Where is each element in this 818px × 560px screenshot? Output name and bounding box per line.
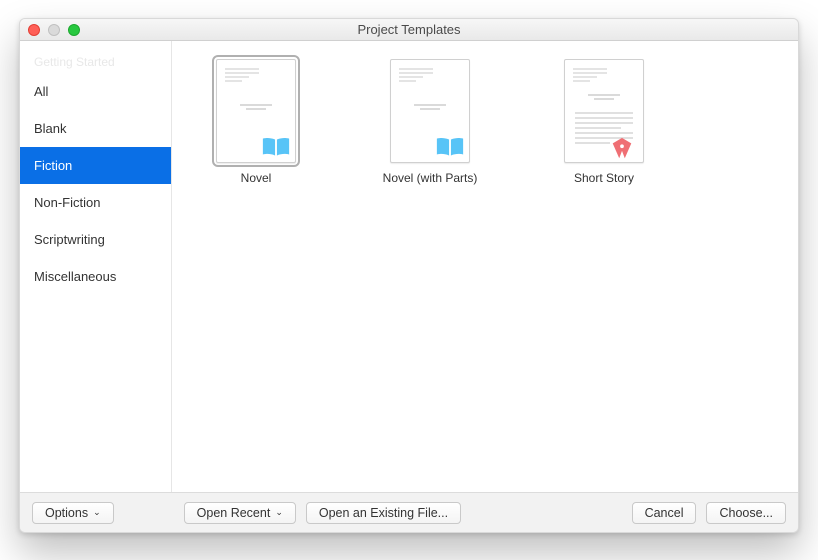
template-label: Novel — [241, 171, 272, 185]
button-label: Open Recent — [197, 506, 271, 520]
sidebar-item-fiction[interactable]: Fiction — [20, 147, 171, 184]
sidebar-item-scriptwriting[interactable]: Scriptwriting — [20, 221, 171, 258]
minimize-icon[interactable] — [48, 24, 60, 36]
sidebar-item-blank[interactable]: Blank — [20, 110, 171, 147]
template-thumbnail — [216, 59, 296, 163]
window-title: Project Templates — [357, 22, 460, 37]
sidebar-item-non-fiction[interactable]: Non-Fiction — [20, 184, 171, 221]
project-templates-window: Project Templates Getting Started All Bl… — [19, 18, 799, 533]
cancel-button[interactable]: Cancel — [632, 502, 697, 524]
choose-button[interactable]: Choose... — [706, 502, 786, 524]
window-controls — [28, 24, 80, 36]
button-label: Choose... — [719, 506, 773, 520]
template-grid: Novel Novel (with Parts) — [172, 41, 798, 492]
sidebar-item-all[interactable]: All — [20, 73, 171, 110]
button-label: Open an Existing File... — [319, 506, 448, 520]
close-icon[interactable] — [28, 24, 40, 36]
template-label: Short Story — [574, 171, 634, 185]
open-recent-button[interactable]: Open Recent ⌄ — [184, 502, 296, 524]
book-icon — [435, 136, 465, 158]
footer-toolbar: Options ⌄ Open Recent ⌄ Open an Existing… — [20, 492, 798, 532]
sidebar: Getting Started All Blank Fiction Non-Fi… — [20, 41, 172, 492]
template-thumbnail — [564, 59, 644, 163]
pen-nib-icon — [609, 136, 639, 158]
chevron-down-icon: ⌄ — [93, 508, 101, 517]
template-short-story[interactable]: Short Story — [530, 59, 678, 185]
template-novel-with-parts[interactable]: Novel (with Parts) — [356, 59, 504, 185]
button-label: Cancel — [645, 506, 684, 520]
template-label: Novel (with Parts) — [383, 171, 478, 185]
book-icon — [261, 136, 291, 158]
open-existing-file-button[interactable]: Open an Existing File... — [306, 502, 461, 524]
sidebar-header: Getting Started — [20, 45, 171, 73]
options-button[interactable]: Options ⌄ — [32, 502, 114, 524]
titlebar: Project Templates — [20, 19, 798, 41]
template-novel[interactable]: Novel — [182, 59, 330, 185]
chevron-down-icon: ⌄ — [275, 508, 283, 517]
button-label: Options — [45, 506, 88, 520]
zoom-icon[interactable] — [68, 24, 80, 36]
sidebar-item-miscellaneous[interactable]: Miscellaneous — [20, 258, 171, 295]
template-thumbnail — [390, 59, 470, 163]
